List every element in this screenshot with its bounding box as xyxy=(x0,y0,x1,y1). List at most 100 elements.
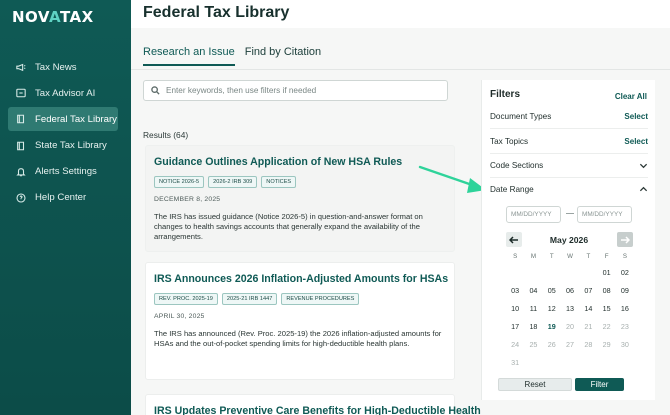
calendar-day[interactable]: 11 xyxy=(524,300,542,318)
divider xyxy=(490,177,648,178)
weekday-label: T xyxy=(549,253,554,260)
sidebar-item-tax-advisor-ai[interactable]: Tax Advisor AI xyxy=(8,81,118,105)
calendar-day[interactable]: 23 xyxy=(616,318,634,336)
calendar-day[interactable]: 24 xyxy=(506,336,524,354)
result-title-link[interactable]: IRS Announces 2026 Inflation-Adjusted Am… xyxy=(154,273,448,285)
calendar-empty-cell xyxy=(524,264,542,282)
tag-list: REV. PROC. 2025-19 2025-21 IRB 1447 REVE… xyxy=(154,293,446,305)
calendar-next-button[interactable] xyxy=(617,232,633,247)
filter-label: Code Sections xyxy=(490,161,544,170)
novatax-logo[interactable]: NOVATAX xyxy=(12,8,94,26)
result-title-link[interactable]: IRS Updates Preventive Care Benefits for… xyxy=(154,405,481,415)
calendar-day[interactable]: 26 xyxy=(543,336,561,354)
page-title: Federal Tax Library xyxy=(143,4,290,21)
tag: 2026-2 IRB 309 xyxy=(208,176,258,188)
reset-button[interactable]: Reset xyxy=(498,378,572,391)
calendar-empty-cell xyxy=(543,264,561,282)
callout-arrow-icon xyxy=(418,165,486,193)
calendar-day[interactable]: 29 xyxy=(597,336,615,354)
megaphone-icon xyxy=(15,61,27,73)
calendar-day[interactable]: 04 xyxy=(524,282,542,300)
calendar-day[interactable]: 14 xyxy=(579,300,597,318)
calendar-day[interactable]: 27 xyxy=(561,336,579,354)
calendar-day[interactable]: 25 xyxy=(524,336,542,354)
sidebar-item-label: Tax Advisor AI xyxy=(35,87,96,99)
calendar-day[interactable]: 20 xyxy=(561,318,579,336)
calendar-day[interactable]: 02 xyxy=(616,264,634,282)
filters-heading: Filters xyxy=(490,89,521,100)
calendar-day[interactable]: 06 xyxy=(561,282,579,300)
calendar-day[interactable]: 21 xyxy=(579,318,597,336)
sidebar-item-label: Federal Tax Library xyxy=(35,113,117,125)
date-from-input[interactable] xyxy=(506,206,561,223)
date-to-input[interactable] xyxy=(577,206,632,223)
weekday-label: T xyxy=(586,253,591,260)
tab-find-by-citation[interactable]: Find by Citation xyxy=(245,46,321,66)
calendar-empty-cell xyxy=(579,354,597,372)
calendar-empty-cell xyxy=(597,354,615,372)
calendar-prev-button[interactable] xyxy=(506,232,522,247)
chevron-up-icon[interactable] xyxy=(639,185,648,194)
calendar-day[interactable]: 09 xyxy=(616,282,634,300)
calendar-month-label: May 2026 xyxy=(549,235,589,245)
calendar-day[interactable]: 05 xyxy=(543,282,561,300)
page-header: Federal Tax Library xyxy=(131,0,670,28)
calendar-day[interactable]: 12 xyxy=(543,300,561,318)
tag: 2025-21 IRB 1447 xyxy=(221,293,278,305)
sidebar-item-state-tax-library[interactable]: State Tax Library xyxy=(8,134,118,158)
result-description: The IRS has issued guidance (Notice 2026… xyxy=(154,212,423,241)
filter-document-types[interactable]: Document Types Select xyxy=(490,112,648,121)
logo-text-accent: A xyxy=(49,8,60,26)
calendar-day[interactable]: 22 xyxy=(597,318,615,336)
results-count: Results (64) xyxy=(143,130,189,140)
result-date: APRIL 30, 2025 xyxy=(154,313,205,320)
sidebar: NOVATAX Tax News Tax Advisor AI Federal … xyxy=(0,0,131,415)
select-link[interactable]: Select xyxy=(624,137,648,146)
result-card: IRS Announces 2026 Inflation-Adjusted Am… xyxy=(145,262,455,380)
calendar-day[interactable]: 19 xyxy=(543,318,561,336)
sidebar-nav: Tax News Tax Advisor AI Federal Tax Libr… xyxy=(8,55,118,212)
result-description: The IRS has announced (Rev. Proc. 2025-1… xyxy=(154,329,442,348)
sidebar-item-tax-news[interactable]: Tax News xyxy=(8,55,118,79)
calendar-day[interactable]: 18 xyxy=(524,318,542,336)
arrow-right-icon xyxy=(621,235,630,244)
calendar-day[interactable]: 07 xyxy=(579,282,597,300)
tab-bar: Research an Issue Find by Citation xyxy=(143,46,331,66)
filter-label: Tax Topics xyxy=(490,137,529,146)
calendar-day[interactable]: 31 xyxy=(506,354,524,372)
calendar-day[interactable]: 08 xyxy=(597,282,615,300)
result-title-link[interactable]: Guidance Outlines Application of New HSA… xyxy=(154,156,446,168)
search-icon xyxy=(151,86,160,95)
arrow-left-icon xyxy=(509,235,518,244)
calendar-empty-cell xyxy=(506,264,524,282)
calendar-days: 01 02 03 04 05 06 07 08 09 10 11 12 13 14 15 16 17 18 19 20… xyxy=(506,264,634,372)
select-link[interactable]: Select xyxy=(624,112,648,121)
calendar-day[interactable]: 30 xyxy=(616,336,634,354)
tag: NOTICE 2026-5 xyxy=(154,176,205,188)
calendar-day[interactable]: 17 xyxy=(506,318,524,336)
calendar-day[interactable]: 13 xyxy=(561,300,579,318)
filter-date-range[interactable]: Date Range xyxy=(490,185,648,194)
book-icon xyxy=(15,113,27,125)
tab-research-an-issue[interactable]: Research an Issue xyxy=(143,46,235,66)
sidebar-item-alerts-settings[interactable]: Alerts Settings xyxy=(8,160,118,184)
calendar-day[interactable]: 01 xyxy=(597,264,615,282)
sidebar-item-help-center[interactable]: Help Center xyxy=(8,186,118,210)
filter-code-sections[interactable]: Code Sections xyxy=(490,161,648,170)
calendar-day[interactable]: 03 xyxy=(506,282,524,300)
book-icon xyxy=(15,140,27,152)
chevron-down-icon[interactable] xyxy=(639,161,648,170)
sidebar-item-federal-tax-library[interactable]: Federal Tax Library xyxy=(8,107,118,132)
weekday-label: S xyxy=(513,253,518,260)
calendar-day[interactable]: 15 xyxy=(597,300,615,318)
clear-all-link[interactable]: Clear All xyxy=(615,92,647,101)
help-icon xyxy=(15,192,27,204)
calendar-day[interactable]: 16 xyxy=(616,300,634,318)
filter-button[interactable]: Filter xyxy=(575,378,624,391)
search-input[interactable] xyxy=(166,86,436,95)
filter-tax-topics[interactable]: Tax Topics Select xyxy=(490,137,648,146)
calendar-grid: S M T W T F S 01 02 03 04 05 06 07 08 09 10 11 12 13 14 15 16… xyxy=(506,253,634,372)
logo-text-1: NOV xyxy=(12,8,49,26)
calendar-day[interactable]: 28 xyxy=(579,336,597,354)
calendar-day[interactable]: 10 xyxy=(506,300,524,318)
